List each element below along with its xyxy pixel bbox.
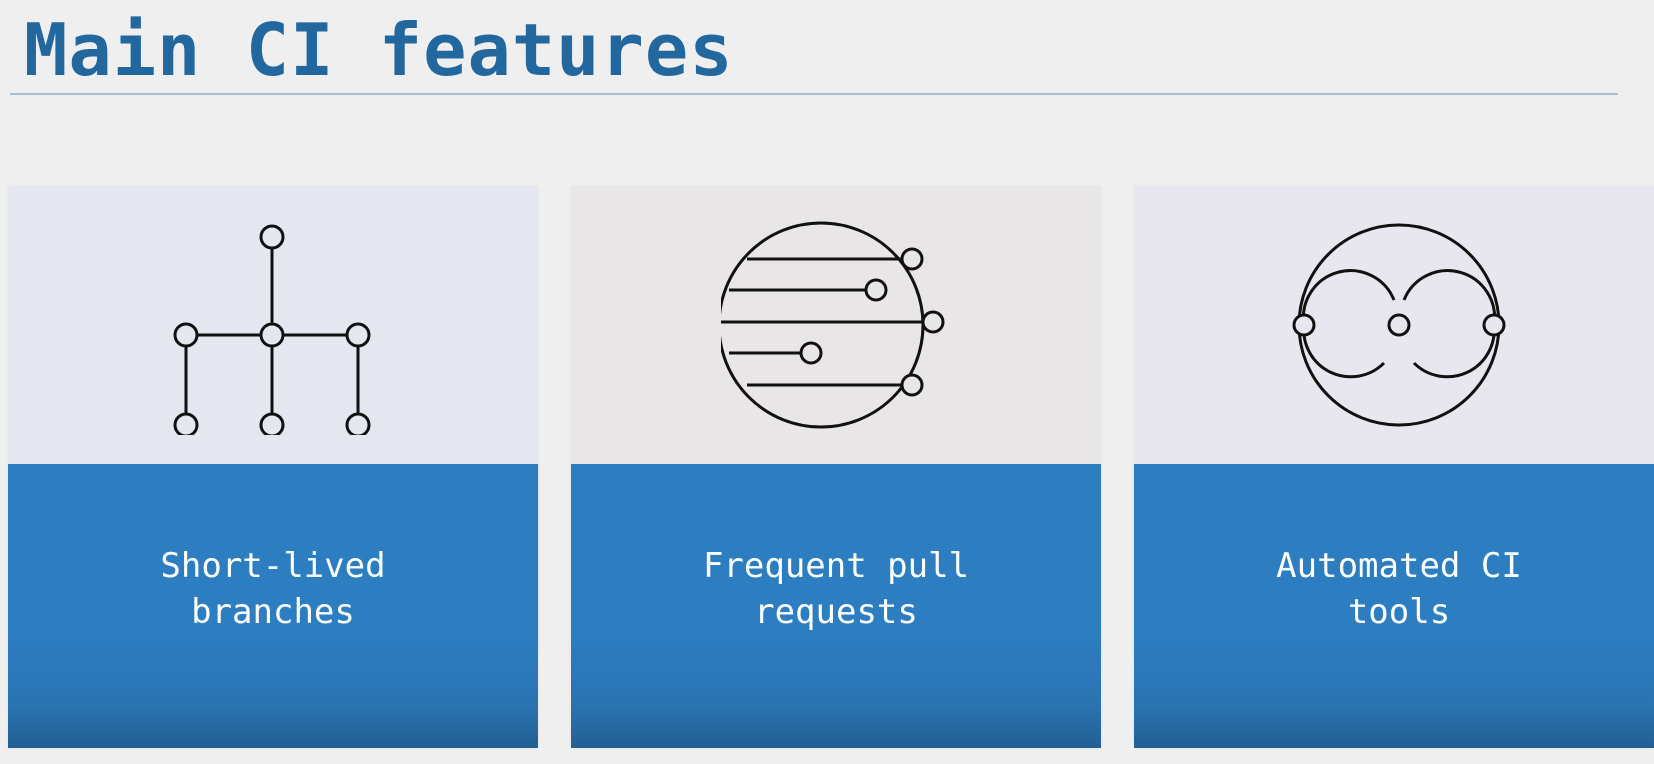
card-label: Frequent pull requests [702, 546, 970, 632]
card-icon-panel [1134, 186, 1654, 464]
card-label-panel: Frequent pull requests [571, 464, 1101, 748]
feature-card-automated-ci-tools: Automated CI tools [1134, 186, 1654, 748]
card-icon-panel [571, 186, 1101, 464]
feature-card-short-lived-branches: Short-lived branches [8, 186, 538, 748]
branch-tree-icon [163, 215, 383, 435]
card-label: Short-lived branches [160, 546, 386, 632]
pull-requests-circle-icon [721, 215, 951, 435]
card-label-panel: Short-lived branches [8, 464, 538, 748]
feature-card-frequent-pull-requests: Frequent pull requests [571, 186, 1101, 748]
card-label-panel: Automated CI tools [1134, 464, 1654, 748]
title-divider [10, 93, 1618, 95]
slide-title: Main CI features [24, 8, 734, 92]
cycle-loop-icon [1289, 215, 1509, 435]
card-icon-panel [8, 186, 538, 464]
card-label: Automated CI tools [1276, 546, 1522, 632]
